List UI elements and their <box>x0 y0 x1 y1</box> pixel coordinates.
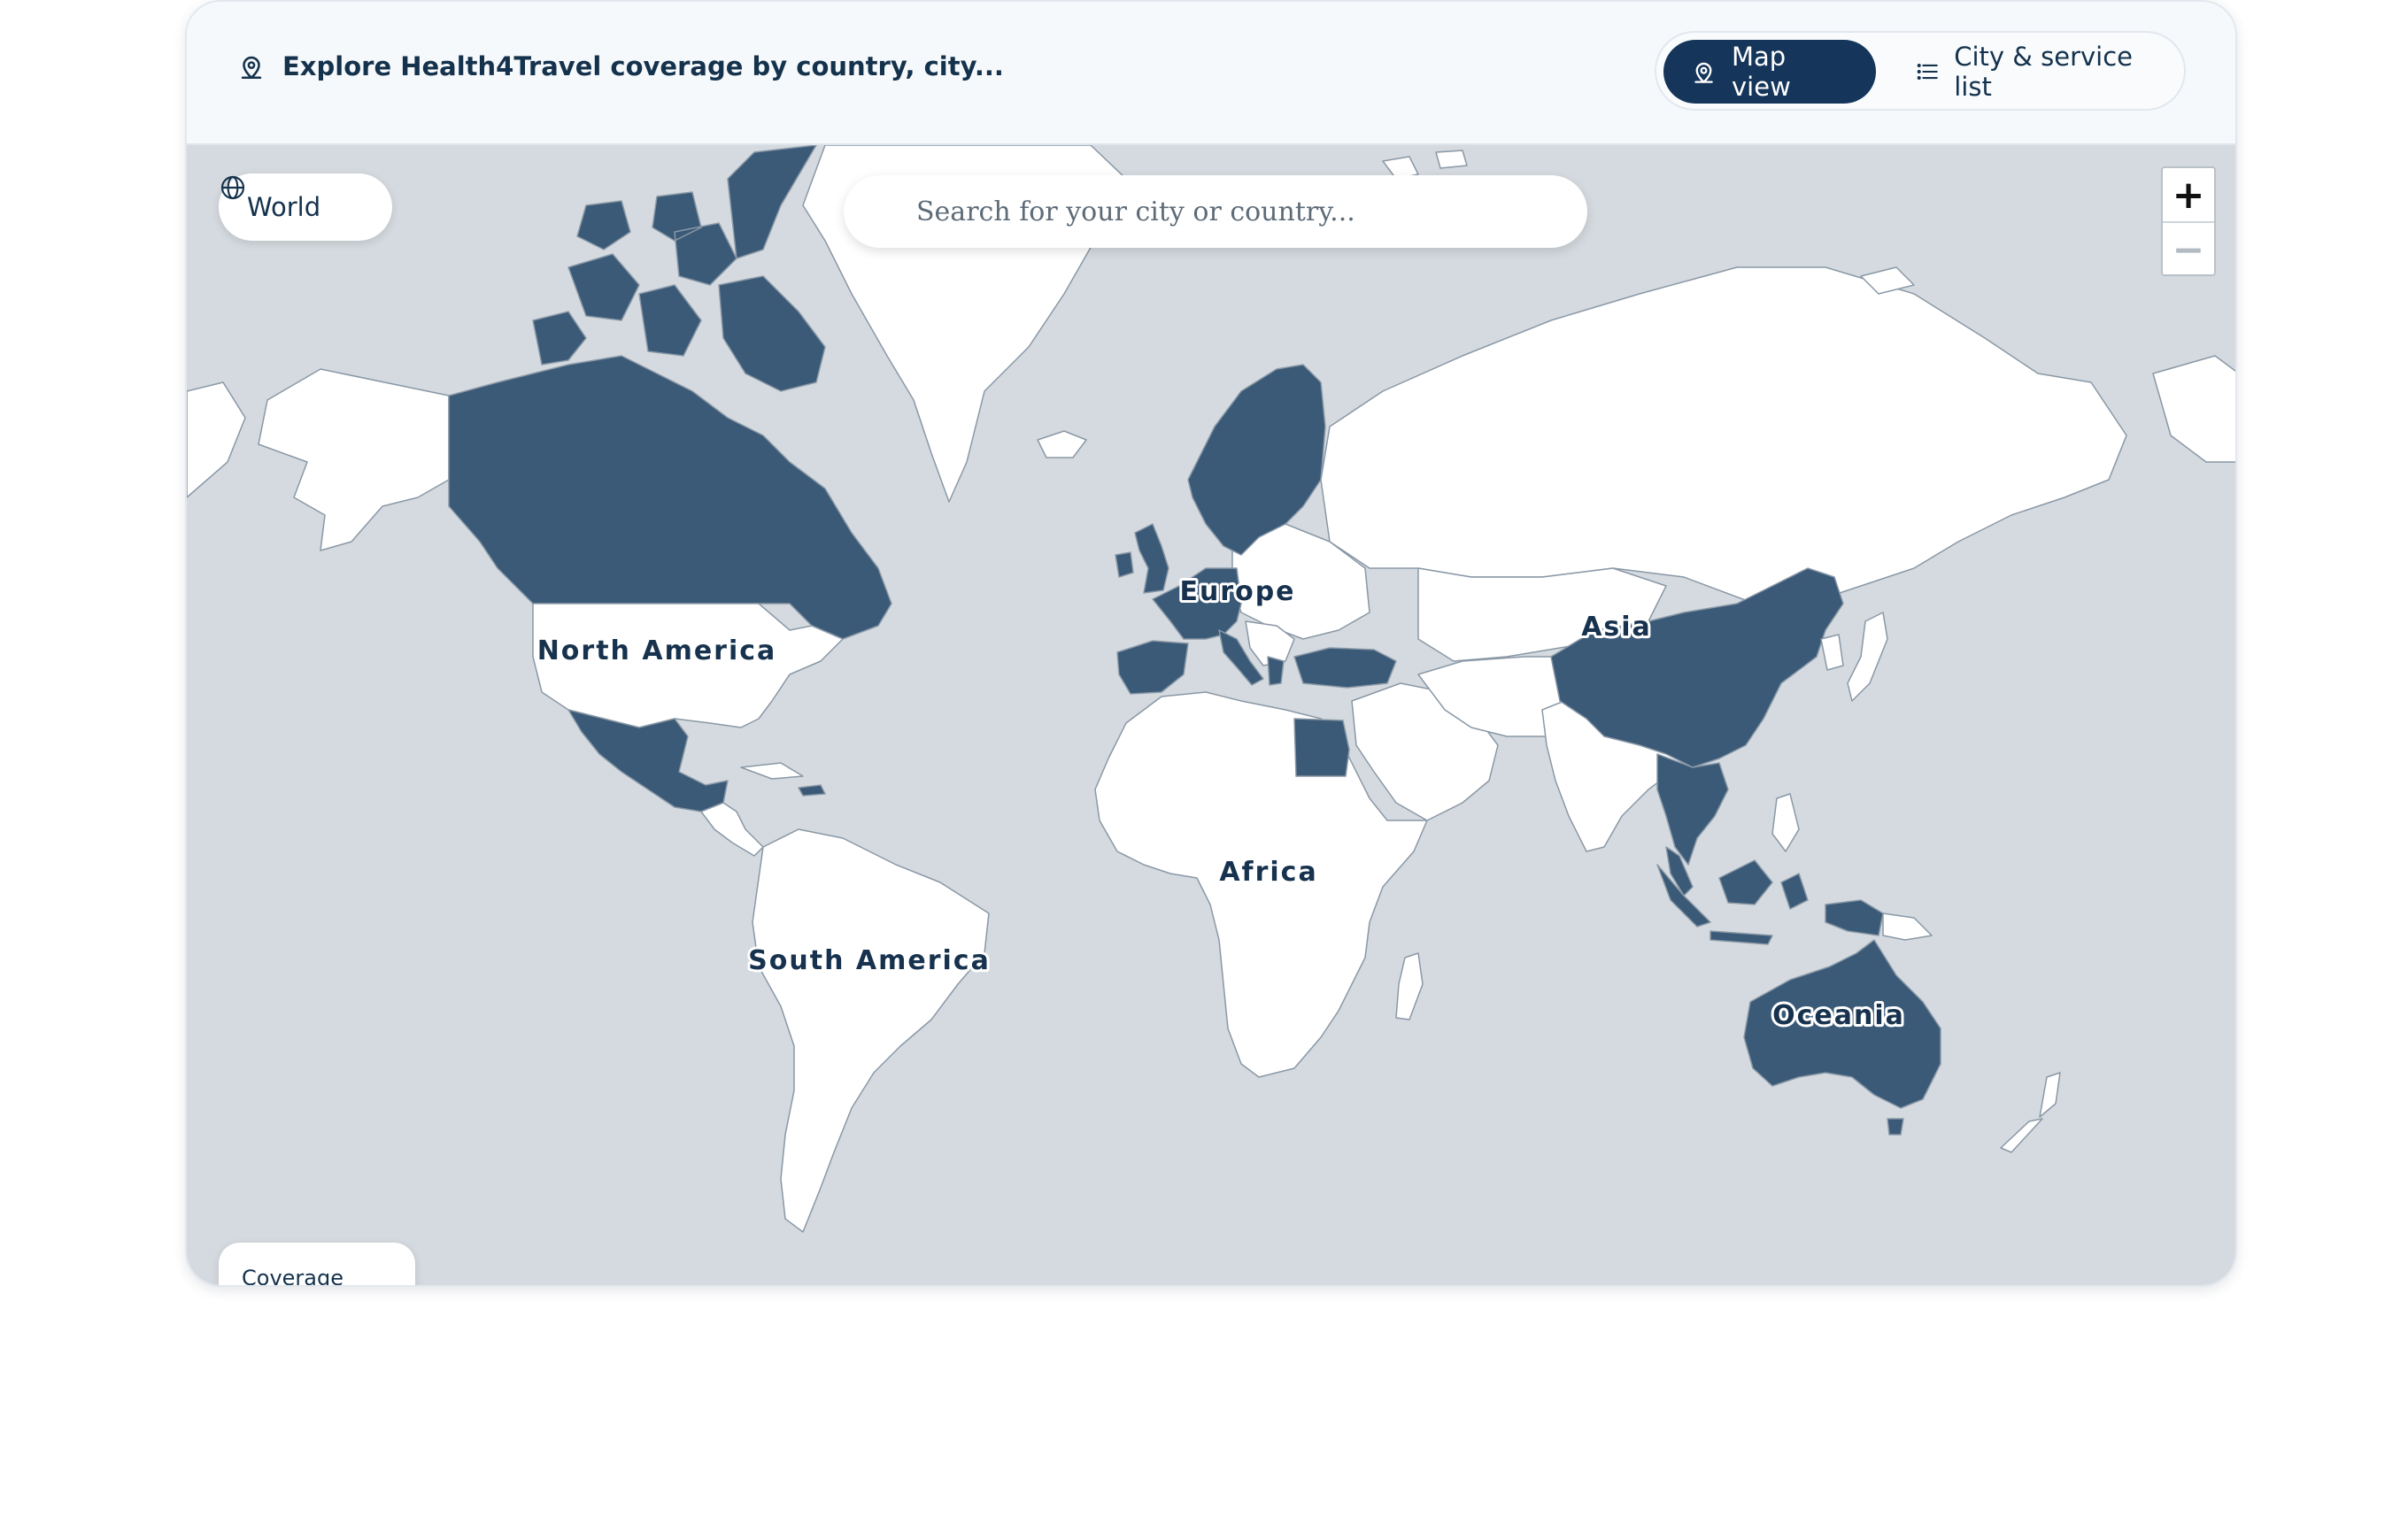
list-icon <box>1917 63 1938 81</box>
label-north-america[interactable]: North America <box>535 633 778 669</box>
philippines[interactable] <box>1771 793 1800 852</box>
zoom-control: + − <box>2161 166 2216 276</box>
new-zealand[interactable] <box>2000 1072 2061 1153</box>
egypt[interactable] <box>1293 718 1350 777</box>
scandinavia[interactable] <box>1187 364 1326 556</box>
united-kingdom[interactable] <box>1134 523 1169 594</box>
japan[interactable] <box>1847 612 1888 702</box>
coverage-legend: Coverage <box>219 1243 415 1287</box>
search-input[interactable] <box>844 175 1587 248</box>
madagascar[interactable] <box>1395 952 1424 1020</box>
label-europe[interactable]: Europe <box>1177 574 1296 610</box>
zoom-out-button[interactable]: − <box>2163 223 2214 276</box>
world-map-canvas[interactable]: North America South America Europe Afric… <box>187 145 2237 1287</box>
aleutian-edge[interactable] <box>187 381 246 498</box>
central-america[interactable] <box>700 802 764 857</box>
city-service-list-button[interactable]: City & service list <box>1888 40 2179 104</box>
mexico[interactable] <box>567 709 729 812</box>
alaska[interactable] <box>258 368 450 551</box>
map-pin-icon <box>241 56 262 80</box>
ireland[interactable] <box>1115 551 1134 578</box>
view-toggle: Map view City & service list <box>1655 31 2186 111</box>
map-view-label: Map view <box>1732 42 1791 102</box>
map-view-button[interactable]: Map view <box>1663 40 1876 104</box>
korea[interactable] <box>1820 634 1844 671</box>
globe-icon <box>220 175 245 200</box>
world-map[interactable]: North America South America Europe Afric… <box>187 145 2237 1287</box>
world-region-label: World <box>247 192 321 222</box>
indonesia[interactable] <box>1656 859 1884 945</box>
label-africa[interactable]: Africa <box>1216 854 1318 890</box>
iberia[interactable] <box>1116 640 1189 695</box>
turkey[interactable] <box>1293 647 1397 689</box>
label-oceania[interactable]: Oceania <box>1770 997 1906 1034</box>
hispaniola[interactable] <box>798 784 826 797</box>
cuba[interactable] <box>740 762 804 780</box>
greece[interactable] <box>1267 656 1285 686</box>
russia[interactable] <box>1320 266 2127 604</box>
iceland[interactable] <box>1037 430 1087 458</box>
papua-new-guinea[interactable] <box>1882 912 1933 941</box>
zoom-in-button[interactable]: + <box>2163 168 2214 223</box>
city-service-list-label: City & service list <box>1954 42 2134 102</box>
coverage-card: Explore Health4Travel coverage by countr… <box>185 0 2237 1287</box>
south-america[interactable] <box>752 828 990 1233</box>
legend-title: Coverage <box>242 1266 343 1287</box>
header-title-text: Explore Health4Travel coverage by countr… <box>282 51 1004 81</box>
header-title: Explore Health4Travel coverage by countr… <box>236 51 1004 81</box>
label-south-america[interactable]: South America <box>745 943 992 979</box>
tasmania[interactable] <box>1887 1118 1904 1136</box>
world-region-button[interactable]: World <box>219 173 392 241</box>
label-asia[interactable]: Asia <box>1578 609 1653 645</box>
map-pin-icon <box>1694 62 1713 83</box>
card-header: Explore Health4Travel coverage by countr… <box>187 2 2235 145</box>
canada-arctic-islands[interactable] <box>532 145 826 392</box>
far-east-edge[interactable] <box>2152 355 2237 463</box>
canada[interactable] <box>448 355 892 640</box>
